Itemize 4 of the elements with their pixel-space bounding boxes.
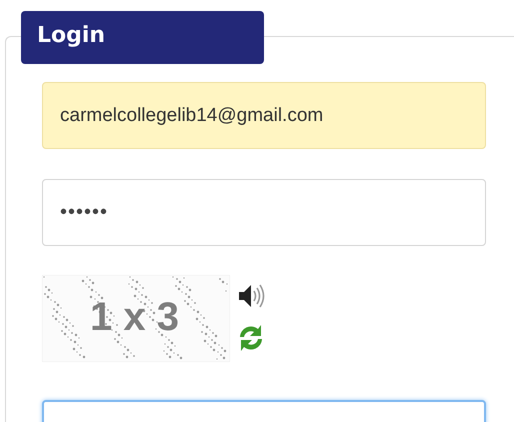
password-field[interactable]: •••••• (42, 179, 486, 246)
panel-title: Login (21, 11, 264, 64)
email-field[interactable]: carmelcollegelib14@gmail.com (42, 82, 486, 149)
captcha-text: 1 x 3 (90, 295, 179, 340)
